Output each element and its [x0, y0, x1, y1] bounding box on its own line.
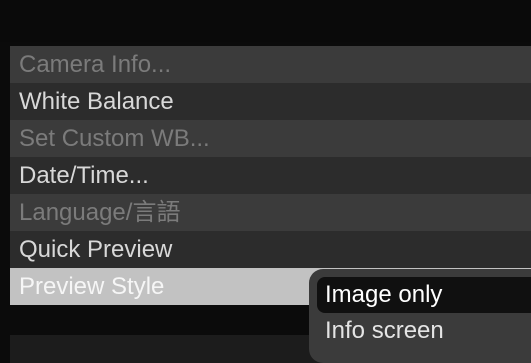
- menu-item-label: Quick Preview: [19, 236, 173, 263]
- submenu-option-info-screen[interactable]: Info screen: [317, 313, 531, 349]
- submenu-option-label: Image only: [325, 281, 443, 308]
- menu-item-label: Camera Info...: [19, 51, 172, 78]
- menu-item-white-balance[interactable]: White Balance: [10, 83, 531, 120]
- top-bar: [0, 0, 531, 42]
- camera-settings-screen: Camera Info... White Balance Set Custom …: [0, 0, 531, 363]
- preview-style-submenu: Image only Info screen: [309, 269, 531, 363]
- submenu-option-label: Info screen: [325, 317, 444, 344]
- settings-menu: Camera Info... White Balance Set Custom …: [10, 46, 531, 305]
- menu-item-date-time[interactable]: Date/Time...: [10, 157, 531, 194]
- submenu-option-image-only[interactable]: Image only: [317, 277, 531, 313]
- menu-item-quick-preview[interactable]: Quick Preview: [10, 231, 531, 268]
- menu-item-camera-info[interactable]: Camera Info...: [10, 46, 531, 83]
- menu-item-label: Preview Style: [19, 273, 165, 300]
- menu-item-label: Set Custom WB...: [19, 125, 210, 152]
- menu-item-language[interactable]: Language/言語: [10, 194, 531, 231]
- menu-item-label: Date/Time...: [19, 162, 149, 189]
- menu-item-label: White Balance: [19, 88, 174, 115]
- menu-item-label: Language/言語: [19, 199, 181, 226]
- menu-item-set-custom-wb[interactable]: Set Custom WB...: [10, 120, 531, 157]
